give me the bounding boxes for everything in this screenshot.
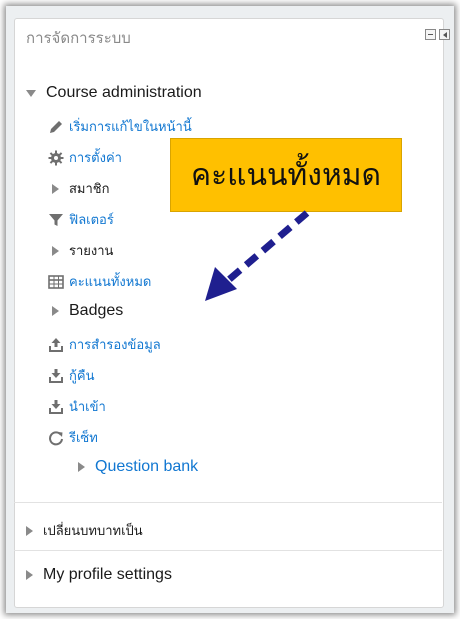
switch-role-node[interactable]: เปลี่ยนบทบาทเป็น <box>26 520 143 541</box>
menu-item-label: คะแนนทั้งหมด <box>69 275 152 290</box>
menu-item-label: รีเซ็ท <box>69 431 98 446</box>
restore-link[interactable]: กู้คืน <box>48 365 94 386</box>
menu-item-label: นำเข้า <box>69 400 106 415</box>
minimize-block-icon[interactable] <box>425 29 436 40</box>
dock-block-icon[interactable] <box>439 29 450 40</box>
turn-editing-on-link[interactable]: เริ่มการแก้ไขในหน้านี้ <box>48 116 192 137</box>
course-administration-node[interactable]: Course administration <box>26 84 202 102</box>
reset-link[interactable]: รีเซ็ท <box>48 427 98 448</box>
table-icon <box>48 274 64 290</box>
menu-item-label: ฟิลเตอร์ <box>69 213 114 228</box>
import-link[interactable]: นำเข้า <box>48 396 106 417</box>
course-administration-label: Course administration <box>46 84 202 101</box>
pencil-icon <box>48 119 64 135</box>
settings-link[interactable]: การตั้งค่า <box>48 147 122 168</box>
divider <box>14 502 442 503</box>
grades-link[interactable]: คะแนนทั้งหมด <box>48 271 151 292</box>
download-icon <box>48 368 64 384</box>
my-profile-settings-node[interactable]: My profile settings <box>26 566 172 584</box>
my-profile-settings-label: My profile settings <box>43 566 172 583</box>
gear-icon <box>48 150 64 166</box>
switch-role-label: เปลี่ยนบทบาทเป็น <box>43 524 143 539</box>
caret-down-icon <box>26 89 36 97</box>
block-title: การจัดการระบบ <box>26 29 131 47</box>
caret-right-icon <box>26 525 33 536</box>
menu-item-label: รายงาน <box>69 244 114 259</box>
refresh-icon <box>48 430 64 446</box>
menu-item-label: Question bank <box>95 458 199 475</box>
menu-item-label: กู้คืน <box>69 369 95 384</box>
users-node[interactable]: สมาชิก <box>52 178 110 199</box>
filter-icon <box>48 212 64 228</box>
upload-icon <box>48 337 64 353</box>
question-bank-node[interactable]: Question bank <box>78 458 198 476</box>
annotation-arrow-icon <box>205 210 310 301</box>
filters-link[interactable]: ฟิลเตอร์ <box>48 209 114 230</box>
caret-right-icon <box>78 462 85 472</box>
caret-right-icon <box>52 183 59 194</box>
download-icon <box>48 399 64 415</box>
menu-item-label: สมาชิก <box>69 182 110 197</box>
caret-right-icon <box>52 306 59 316</box>
backup-link[interactable]: การสำรองข้อมูล <box>48 334 161 355</box>
menu-item-label: Badges <box>69 302 124 319</box>
block-controls <box>425 29 450 40</box>
menu-item-label: เริ่มการแก้ไขในหน้านี้ <box>69 120 192 135</box>
menu-item-label: การตั้งค่า <box>69 151 122 166</box>
annotation-callout: คะแนนทั้งหมด <box>170 138 402 212</box>
reports-node[interactable]: รายงาน <box>52 240 113 261</box>
caret-right-icon <box>26 570 33 580</box>
divider <box>14 550 442 551</box>
badges-node[interactable]: Badges <box>52 302 123 320</box>
menu-item-label: การสำรองข้อมูล <box>69 338 161 353</box>
caret-right-icon <box>52 245 59 256</box>
